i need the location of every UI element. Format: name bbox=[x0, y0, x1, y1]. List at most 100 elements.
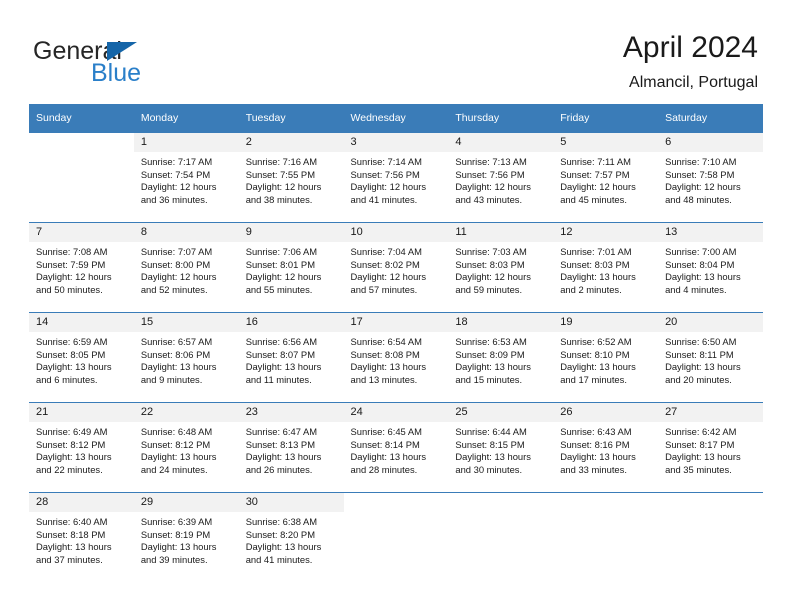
day-details: Sunrise: 7:10 AM Sunset: 7:58 PM Daylight:… bbox=[658, 152, 763, 206]
calendar-day-cell[interactable]: 25 Sunrise: 6:44 AM Sunset: 8:15 PM Dayligh… bbox=[448, 402, 554, 493]
day-number: 20 bbox=[658, 313, 763, 332]
calendar-day-cell[interactable]: 9 Sunrise: 7:06 AM Sunset: 8:01 PM Daylight… bbox=[238, 222, 344, 313]
brand-logo: General Blue bbox=[33, 38, 253, 88]
sunrise-time: Sunrise: 7:13 AM bbox=[455, 156, 527, 167]
brand-name-blue: Blue bbox=[91, 59, 142, 87]
daylight-duration-line1: Daylight: 13 hours bbox=[140, 361, 217, 373]
sunset-time: Sunset: 8:03 PM bbox=[455, 258, 525, 270]
sunrise-time: Sunrise: 6:48 AM bbox=[140, 426, 213, 437]
sunrise-time: Sunrise: 7:17 AM bbox=[140, 156, 213, 167]
calendar-day-cell[interactable]: 30 Sunrise: 6:38 AM Sunset: 8:20 PM Dayligh… bbox=[238, 492, 344, 582]
calendar-day-cell[interactable]: 7 Sunrise: 7:08 AM Sunset: 7:59 PM Daylight… bbox=[29, 222, 134, 313]
calendar-day-cell[interactable]: 11 Sunrise: 7:03 AM Sunset: 8:03 PM Dayligh… bbox=[448, 222, 554, 313]
day-details: Sunrise: 6:52 AM Sunset: 8:10 PM Daylight:… bbox=[553, 332, 658, 386]
daylight-duration-line2: and 33 minutes. bbox=[560, 463, 627, 475]
day-details: Sunrise: 7:08 AM Sunset: 7:59 PM Daylight:… bbox=[29, 242, 134, 296]
calendar-day-cell-empty bbox=[343, 492, 449, 582]
day-number: 12 bbox=[553, 223, 659, 242]
daylight-duration-line2: and 41 minutes. bbox=[350, 193, 418, 205]
calendar-day-cell[interactable]: 15 Sunrise: 6:57 AM Sunset: 8:06 PM Dayligh… bbox=[133, 312, 239, 403]
calendar-day-cell[interactable]: 23 Sunrise: 6:47 AM Sunset: 8:13 PM Dayligh… bbox=[238, 402, 344, 493]
calendar-day-cell[interactable]: 17 Sunrise: 6:54 AM Sunset: 8:08 PM Dayligh… bbox=[343, 312, 449, 403]
calendar-page: General Blue April 2024 Almancil, Portug… bbox=[0, 0, 792, 612]
calendar-day-cell[interactable]: 6 Sunrise: 7:10 AM Sunset: 7:58 PM Daylight… bbox=[658, 132, 763, 223]
sunset-time: Sunset: 8:14 PM bbox=[350, 438, 420, 450]
sunset-time: Sunset: 7:54 PM bbox=[140, 168, 211, 180]
calendar-day-cell[interactable]: 10 Sunrise: 7:04 AM Sunset: 8:02 PM Dayligh… bbox=[343, 222, 449, 313]
weekday-header-monday: Monday bbox=[133, 104, 239, 133]
calendar-day-cell[interactable]: 4 Sunrise: 7:13 AM Sunset: 7:56 PM Daylight… bbox=[448, 132, 554, 223]
day-details: Sunrise: 6:57 AM Sunset: 8:06 PM Daylight:… bbox=[134, 332, 239, 386]
sunrise-time: Sunrise: 6:53 AM bbox=[455, 336, 527, 347]
sunset-time: Sunset: 7:55 PM bbox=[245, 168, 315, 180]
sunset-time: Sunset: 8:19 PM bbox=[140, 528, 211, 540]
day-number: 22 bbox=[133, 403, 239, 422]
day-number: 10 bbox=[343, 223, 449, 242]
sunset-time: Sunset: 8:06 PM bbox=[140, 348, 211, 360]
sunset-time: Sunset: 8:08 PM bbox=[350, 348, 420, 360]
calendar-day-cell[interactable]: 8 Sunrise: 7:07 AM Sunset: 8:00 PM Daylight… bbox=[133, 222, 239, 313]
weekday-header-tuesday: Tuesday bbox=[238, 104, 344, 133]
calendar-day-cell[interactable]: 26 Sunrise: 6:43 AM Sunset: 8:16 PM Dayligh… bbox=[553, 402, 659, 493]
day-number: 26 bbox=[553, 403, 659, 422]
calendar-day-cell[interactable]: 14 Sunrise: 6:59 AM Sunset: 8:05 PM Dayligh… bbox=[29, 312, 134, 403]
sunrise-time: Sunrise: 6:56 AM bbox=[245, 336, 318, 347]
daylight-duration-line1: Daylight: 12 hours bbox=[140, 181, 217, 193]
calendar-day-cell[interactable]: 20 Sunrise: 6:50 AM Sunset: 8:11 PM Dayligh… bbox=[658, 312, 763, 403]
day-number: 18 bbox=[448, 313, 554, 332]
daylight-duration-line2: and 37 minutes. bbox=[36, 553, 103, 565]
daylight-duration-line1: Daylight: 12 hours bbox=[245, 271, 322, 283]
calendar-day-cell[interactable]: 19 Sunrise: 6:52 AM Sunset: 8:10 PM Dayligh… bbox=[553, 312, 659, 403]
calendar-day-cell[interactable]: 5 Sunrise: 7:11 AM Sunset: 7:57 PM Daylight… bbox=[553, 132, 659, 223]
page-subtitle: Almancil, Portugal bbox=[629, 74, 758, 91]
daylight-duration-line2: and 45 minutes. bbox=[560, 193, 627, 205]
weekday-header-sunday: Sunday bbox=[29, 104, 134, 133]
daylight-duration-line1: Daylight: 13 hours bbox=[560, 271, 636, 283]
day-details: Sunrise: 6:54 AM Sunset: 8:08 PM Daylight:… bbox=[344, 332, 449, 386]
daylight-duration-line1: Daylight: 12 hours bbox=[350, 181, 427, 193]
daylight-duration-line2: and 59 minutes. bbox=[455, 283, 523, 295]
day-details: Sunrise: 6:48 AM Sunset: 8:12 PM Daylight:… bbox=[134, 422, 239, 476]
calendar-day-cell[interactable]: 2 Sunrise: 7:16 AM Sunset: 7:55 PM Daylight… bbox=[238, 132, 344, 223]
sunrise-time: Sunrise: 6:54 AM bbox=[350, 336, 422, 347]
day-details: Sunrise: 6:42 AM Sunset: 8:17 PM Daylight:… bbox=[658, 422, 763, 476]
day-details: Sunrise: 6:39 AM Sunset: 8:19 PM Daylight:… bbox=[134, 512, 239, 566]
sunset-time: Sunset: 7:59 PM bbox=[36, 258, 106, 270]
daylight-duration-line1: Daylight: 13 hours bbox=[665, 451, 741, 463]
day-number: 28 bbox=[29, 493, 134, 512]
day-number: 13 bbox=[658, 223, 763, 242]
sunrise-time: Sunrise: 6:42 AM bbox=[665, 426, 737, 437]
daylight-duration-line1: Daylight: 12 hours bbox=[455, 181, 531, 193]
calendar-day-cell[interactable]: 22 Sunrise: 6:48 AM Sunset: 8:12 PM Dayligh… bbox=[133, 402, 239, 493]
sunset-time: Sunset: 8:13 PM bbox=[245, 438, 315, 450]
day-details: Sunrise: 6:45 AM Sunset: 8:14 PM Daylight:… bbox=[344, 422, 449, 476]
calendar-day-cell[interactable]: 12 Sunrise: 7:01 AM Sunset: 8:03 PM Dayligh… bbox=[553, 222, 659, 313]
calendar-day-cell-empty bbox=[658, 492, 763, 582]
calendar-day-cell[interactable]: 16 Sunrise: 6:56 AM Sunset: 8:07 PM Dayligh… bbox=[238, 312, 344, 403]
calendar-week-row: 7 Sunrise: 7:08 AM Sunset: 7:59 PM Daylight… bbox=[29, 222, 763, 313]
day-number: 29 bbox=[133, 493, 239, 512]
calendar-day-cell[interactable]: 13 Sunrise: 7:00 AM Sunset: 8:04 PM Dayligh… bbox=[658, 222, 763, 313]
calendar-day-cell[interactable]: 29 Sunrise: 6:39 AM Sunset: 8:19 PM Dayligh… bbox=[133, 492, 239, 582]
sunrise-time: Sunrise: 7:04 AM bbox=[350, 246, 422, 257]
sunrise-time: Sunrise: 6:50 AM bbox=[665, 336, 737, 347]
calendar-day-cell[interactable]: 24 Sunrise: 6:45 AM Sunset: 8:14 PM Dayligh… bbox=[343, 402, 449, 493]
calendar-day-cell[interactable]: 28 Sunrise: 6:40 AM Sunset: 8:18 PM Dayligh… bbox=[29, 492, 134, 582]
daylight-duration-line1: Daylight: 13 hours bbox=[245, 451, 322, 463]
day-details: Sunrise: 7:01 AM Sunset: 8:03 PM Daylight:… bbox=[553, 242, 658, 296]
calendar-week-row: 1 Sunrise: 7:17 AM Sunset: 7:54 PM Daylight… bbox=[29, 132, 763, 223]
calendar-day-cell[interactable]: 27 Sunrise: 6:42 AM Sunset: 8:17 PM Dayligh… bbox=[658, 402, 763, 493]
calendar-week-row: 14 Sunrise: 6:59 AM Sunset: 8:05 PM Dayligh… bbox=[29, 312, 763, 403]
day-number: 11 bbox=[448, 223, 554, 242]
daylight-duration-line2: and 6 minutes. bbox=[36, 373, 98, 385]
calendar-day-cell[interactable]: 21 Sunrise: 6:49 AM Sunset: 8:12 PM Dayligh… bbox=[29, 402, 134, 493]
calendar-day-cell[interactable]: 3 Sunrise: 7:14 AM Sunset: 7:56 PM Daylight… bbox=[343, 132, 449, 223]
sunrise-time: Sunrise: 7:10 AM bbox=[665, 156, 737, 167]
daylight-duration-line1: Daylight: 13 hours bbox=[36, 361, 112, 373]
daylight-duration-line2: and 24 minutes. bbox=[140, 463, 208, 475]
sunrise-time: Sunrise: 6:52 AM bbox=[560, 336, 632, 347]
daylight-duration-line1: Daylight: 12 hours bbox=[36, 271, 112, 283]
calendar-day-cell[interactable]: 1 Sunrise: 7:17 AM Sunset: 7:54 PM Daylight… bbox=[133, 132, 239, 223]
day-details: Sunrise: 7:13 AM Sunset: 7:56 PM Daylight:… bbox=[448, 152, 553, 206]
calendar-day-cell[interactable]: 18 Sunrise: 6:53 AM Sunset: 8:09 PM Dayligh… bbox=[448, 312, 554, 403]
